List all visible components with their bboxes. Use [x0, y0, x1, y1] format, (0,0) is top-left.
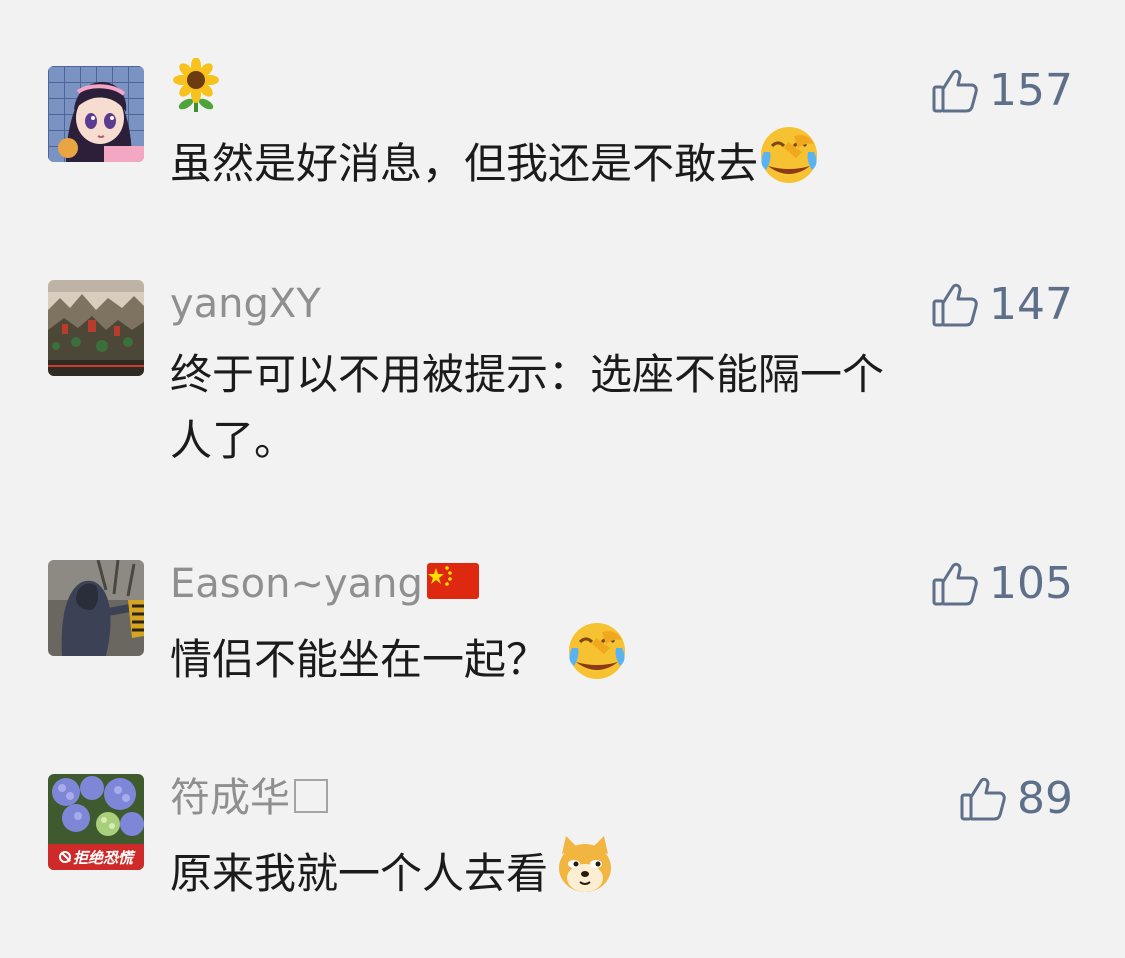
- like-button[interactable]: 89: [959, 775, 1073, 823]
- comment-text: 情侣不能坐在一起？: [170, 620, 628, 693]
- like-button[interactable]: 157: [931, 67, 1073, 115]
- avatar[interactable]: [48, 560, 144, 656]
- china-flag-icon: [426, 563, 479, 599]
- empty-box-icon: [294, 779, 328, 813]
- anime-girl-avatar-icon: [48, 66, 144, 162]
- like-count: 147: [989, 279, 1073, 330]
- avatar-badge-text: 拒绝恐慌: [72, 848, 133, 867]
- like-count: 157: [989, 65, 1073, 116]
- comment-text: 虽然是好消息，但我还是不敢去: [170, 124, 820, 197]
- comment-text-content: 情侣不能坐在一起？: [170, 635, 549, 684]
- like-button[interactable]: 147: [931, 281, 1073, 329]
- username[interactable]: Eason~yang: [170, 563, 479, 604]
- thumbs-up-icon: [931, 281, 979, 329]
- username-text: 符成华: [170, 775, 290, 821]
- comment-text: 原来我就一个人去看: [170, 834, 616, 907]
- thumbs-up-icon: [931, 560, 979, 608]
- comment-text-line: 人了。: [170, 416, 297, 465]
- username[interactable]: [170, 58, 222, 114]
- username[interactable]: 符成华: [170, 778, 328, 818]
- comment-text-line: 终于可以不用被提示：选座不能隔一个: [170, 350, 885, 399]
- like-button[interactable]: 105: [931, 560, 1073, 608]
- comment-text: 终于可以不用被提示：选座不能隔一个 人了。: [170, 342, 884, 474]
- hooded-person-avatar-icon: [48, 560, 144, 656]
- comment-text-content: 原来我就一个人去看: [170, 849, 549, 898]
- avatar-badge: 拒绝恐慌: [48, 846, 144, 868]
- no-sign-icon: [58, 851, 71, 863]
- avatar[interactable]: 拒绝恐慌: [48, 774, 144, 870]
- like-count: 105: [989, 558, 1073, 609]
- sunflower-icon: [170, 58, 222, 114]
- username[interactable]: yangXY: [170, 284, 321, 324]
- username-text: yangXY: [170, 281, 321, 327]
- username-text: Eason~yang: [170, 561, 423, 607]
- like-count: 89: [1017, 773, 1073, 824]
- landscape-painting-avatar-icon: [48, 280, 144, 376]
- laughing-crying-emoji-icon: [758, 124, 820, 186]
- avatar[interactable]: [48, 280, 144, 376]
- thumbs-up-icon: [931, 67, 979, 115]
- doge-emoji-icon: [554, 834, 616, 896]
- comment-list: 157 虽然是好消息，但我还是不敢去 yangXY 147 终于可以不用被提示：…: [0, 0, 1125, 958]
- laughing-crying-emoji-icon: [566, 620, 628, 682]
- comment-text-content: 虽然是好消息，但我还是不敢去: [170, 139, 759, 188]
- thumbs-up-icon: [959, 775, 1007, 823]
- avatar[interactable]: [48, 66, 144, 162]
